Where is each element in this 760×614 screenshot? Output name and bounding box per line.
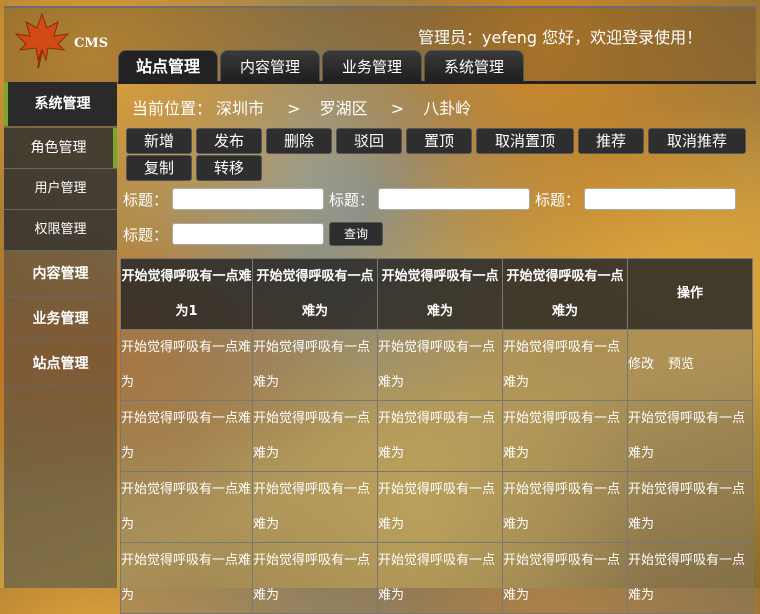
table-cell: 开始觉得呼吸有一点难为 <box>502 329 628 401</box>
recommend-button[interactable]: 推荐 <box>578 128 644 154</box>
table-cell: 开始觉得呼吸有一点难为 <box>627 542 753 614</box>
breadcrumb-item[interactable]: 八卦岭 <box>423 99 471 118</box>
breadcrumb-item[interactable]: 罗湖区 <box>320 99 368 118</box>
table-cell-actions: 修改 预览 <box>627 329 753 401</box>
delete-button[interactable]: 删除 <box>266 128 332 154</box>
divider <box>4 250 117 251</box>
copy-button[interactable]: 复制 <box>126 155 192 181</box>
table-cell: 开始觉得呼吸有一点难为 <box>252 400 378 472</box>
tab-business-management[interactable]: 业务管理 <box>322 50 422 82</box>
title-input-2[interactable] <box>378 188 530 210</box>
table-cell: 开始觉得呼吸有一点难为 <box>377 542 503 614</box>
publish-button[interactable]: 发布 <box>196 128 262 154</box>
welcome-message: 管理员：yefeng 您好，欢迎登录使用！ <box>418 28 703 47</box>
sidebar-item-content[interactable]: 内容管理 <box>4 252 117 296</box>
column-header: 开始觉得呼吸有一点难为 <box>377 258 503 330</box>
add-button[interactable]: 新增 <box>126 128 192 154</box>
table-row: 开始觉得呼吸有一点难为 开始觉得呼吸有一点难为 开始觉得呼吸有一点难为 开始觉得… <box>120 471 753 543</box>
table-cell: 开始觉得呼吸有一点难为 <box>627 400 753 472</box>
tab-underline <box>118 81 756 84</box>
breadcrumb-prefix: 当前位置： <box>132 99 213 118</box>
unrecommend-button[interactable]: 取消推荐 <box>648 128 746 154</box>
column-header: 开始觉得呼吸有一点难为 <box>252 258 378 330</box>
table-cell: 开始觉得呼吸有一点难为 <box>627 471 753 543</box>
unpin-top-button[interactable]: 取消置顶 <box>476 128 574 154</box>
table-cell: 开始觉得呼吸有一点难为 <box>377 400 503 472</box>
table-cell: 开始觉得呼吸有一点难为 <box>502 542 628 614</box>
query-button[interactable]: 查询 <box>329 222 383 246</box>
reject-button[interactable]: 驳回 <box>336 128 402 154</box>
table-row: 开始觉得呼吸有一点难为 开始觉得呼吸有一点难为 开始觉得呼吸有一点难为 开始觉得… <box>120 400 753 472</box>
title-input-1[interactable] <box>172 188 324 210</box>
breadcrumb-separator: > <box>287 99 301 118</box>
edit-link[interactable]: 修改 <box>629 357 655 372</box>
pin-top-button[interactable]: 置顶 <box>406 128 472 154</box>
sidebar-item-permissions[interactable]: 权限管理 <box>4 210 117 250</box>
tab-site-management[interactable]: 站点管理 <box>118 50 218 82</box>
data-table: 开始觉得呼吸有一点难为1 开始觉得呼吸有一点难为 开始觉得呼吸有一点难为 开始觉… <box>120 258 753 614</box>
column-header-actions: 操作 <box>627 258 753 330</box>
sidebar-item-business[interactable]: 业务管理 <box>4 297 117 341</box>
filter-label: 标题： <box>123 191 169 209</box>
table-cell: 开始觉得呼吸有一点难为 <box>252 542 378 614</box>
table-cell: 开始觉得呼吸有一点难为 <box>502 400 628 472</box>
sidebar-item-system[interactable]: 系统管理 <box>4 82 117 126</box>
filter-label: 标题： <box>535 191 581 209</box>
table-cell: 开始觉得呼吸有一点难为 <box>377 471 503 543</box>
sidebar-item-roles[interactable]: 角色管理 <box>4 128 117 168</box>
table-header-row: 开始觉得呼吸有一点难为1 开始觉得呼吸有一点难为 开始觉得呼吸有一点难为 开始觉… <box>120 258 753 330</box>
tab-system-management[interactable]: 系统管理 <box>424 50 524 82</box>
table-cell: 开始觉得呼吸有一点难为 <box>502 471 628 543</box>
sidebar-item-site[interactable]: 站点管理 <box>4 342 117 386</box>
table-cell: 开始觉得呼吸有一点难为 <box>252 329 378 401</box>
transfer-button[interactable]: 转移 <box>196 155 262 181</box>
table-cell: 开始觉得呼吸有一点难为 <box>377 329 503 401</box>
sidebar: 系统管理 角色管理 用户管理 权限管理 内容管理 业务管理 站点管理 <box>4 82 117 588</box>
filter-label: 标题： <box>329 191 375 209</box>
divider <box>4 386 117 387</box>
title-input-3[interactable] <box>584 188 736 210</box>
breadcrumb: 当前位置： 深圳市 > 罗湖区 > 八卦岭 <box>132 95 475 119</box>
sidebar-item-users[interactable]: 用户管理 <box>4 169 117 209</box>
breadcrumb-item[interactable]: 深圳市 <box>216 99 264 118</box>
column-header: 开始觉得呼吸有一点难为1 <box>120 258 253 330</box>
table-cell: 开始觉得呼吸有一点难为 <box>120 471 253 543</box>
breadcrumb-separator: > <box>390 99 405 118</box>
column-header: 开始觉得呼吸有一点难为 <box>502 258 628 330</box>
filter-label: 标题： <box>123 226 169 244</box>
table-cell: 开始觉得呼吸有一点难为 <box>120 329 253 401</box>
logo-text: CMS <box>74 36 109 51</box>
table-cell: 开始觉得呼吸有一点难为 <box>120 400 253 472</box>
preview-link[interactable]: 预览 <box>668 357 694 372</box>
title-input-4[interactable] <box>172 223 324 245</box>
table-cell: 开始觉得呼吸有一点难为 <box>252 471 378 543</box>
table-row: 开始觉得呼吸有一点难为 开始觉得呼吸有一点难为 开始觉得呼吸有一点难为 开始觉得… <box>120 542 753 614</box>
table-row: 开始觉得呼吸有一点难为 开始觉得呼吸有一点难为 开始觉得呼吸有一点难为 开始觉得… <box>120 329 753 401</box>
table-cell: 开始觉得呼吸有一点难为 <box>120 542 253 614</box>
tab-content-management[interactable]: 内容管理 <box>220 50 320 82</box>
